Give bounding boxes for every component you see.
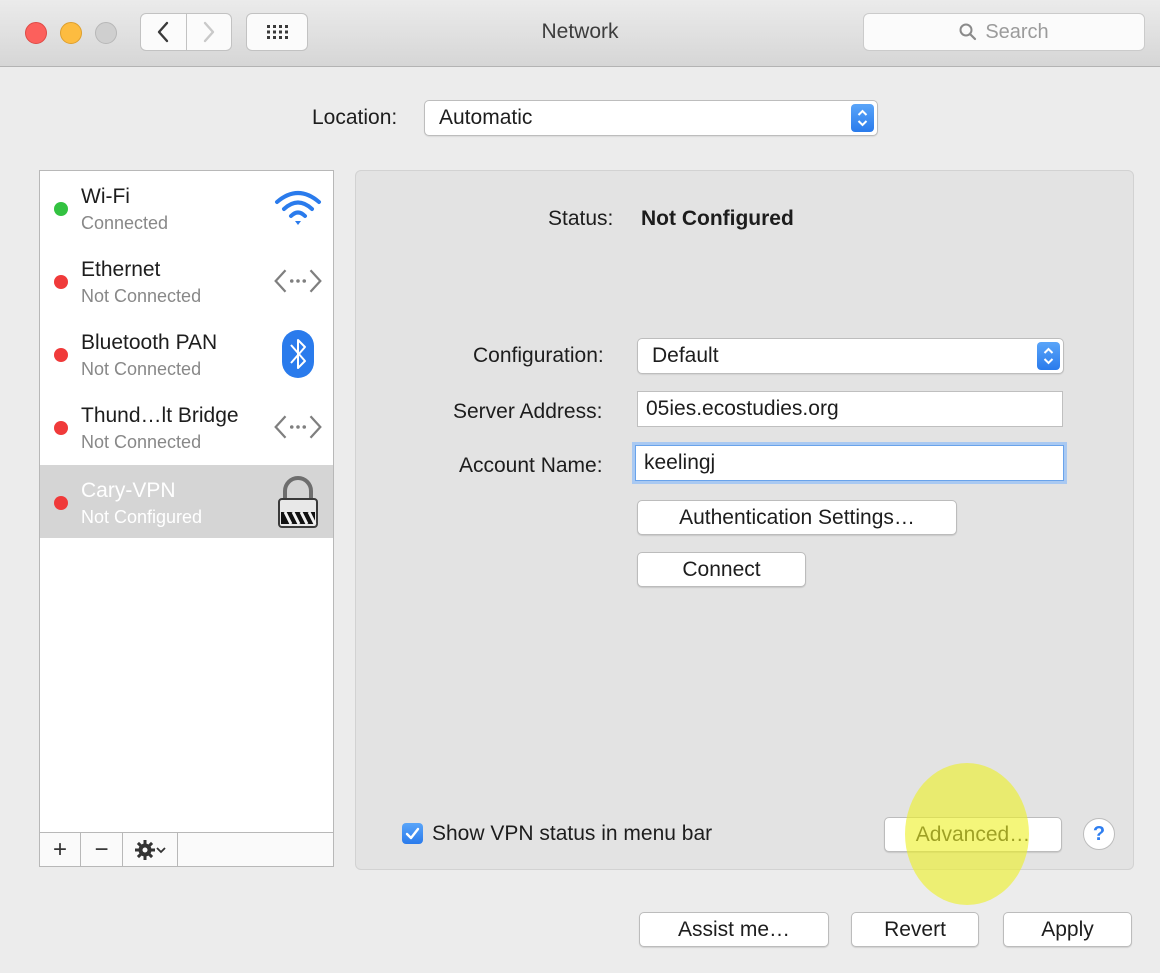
account-name-field[interactable]: keelingj xyxy=(635,445,1064,481)
ethernet-icon xyxy=(273,404,323,450)
server-address-label: Server Address: xyxy=(453,400,603,423)
service-name: Ethernet xyxy=(81,258,161,281)
lock-icon xyxy=(273,476,323,528)
configuration-stepper xyxy=(1037,342,1060,370)
configuration-select[interactable]: Default xyxy=(637,338,1064,374)
service-status: Connected xyxy=(81,213,169,233)
search-icon xyxy=(959,23,977,41)
location-value: Automatic xyxy=(439,106,533,129)
remove-service-button[interactable]: − xyxy=(81,833,123,866)
revert-button[interactable]: Revert xyxy=(851,912,979,947)
service-name: Bluetooth PAN xyxy=(81,331,218,354)
service-status: Not Connected xyxy=(81,286,202,306)
service-name: Thund…lt Bridge xyxy=(81,404,239,427)
location-select[interactable]: Automatic xyxy=(424,100,878,136)
up-down-arrows-icon xyxy=(1043,347,1054,365)
apply-button[interactable]: Apply xyxy=(1003,912,1132,947)
search-field[interactable]: Search xyxy=(863,13,1145,51)
status-dot xyxy=(54,202,68,216)
help-button[interactable]: ? xyxy=(1083,818,1115,850)
server-address-field[interactable]: 05ies.ecostudies.org xyxy=(637,391,1063,427)
authentication-settings-button[interactable]: Authentication Settings… xyxy=(637,500,957,535)
search-placeholder: Search xyxy=(985,20,1049,43)
status-dot xyxy=(54,275,68,289)
service-item-wifi[interactable]: Wi-Fi Connected xyxy=(40,171,333,244)
configuration-label: Configuration: xyxy=(473,344,604,367)
service-status: Not Configured xyxy=(81,507,203,527)
service-name: Wi-Fi xyxy=(81,185,130,208)
wifi-icon xyxy=(273,185,323,231)
add-service-button[interactable]: + xyxy=(40,833,81,866)
plus-icon: + xyxy=(52,835,67,863)
checkmark-icon xyxy=(405,827,420,840)
up-down-arrows-icon xyxy=(857,109,868,127)
service-item-ethernet[interactable]: Ethernet Not Connected xyxy=(40,244,333,317)
location-label: Location: xyxy=(312,106,398,129)
assist-me-button[interactable]: Assist me… xyxy=(639,912,829,947)
bluetooth-icon xyxy=(273,330,323,378)
status-value: Not Configured xyxy=(641,207,794,230)
status-dot xyxy=(54,348,68,362)
service-item-bluetooth-pan[interactable]: Bluetooth PAN Not Connected xyxy=(40,317,333,390)
minus-icon: − xyxy=(94,835,109,863)
status-dot xyxy=(54,421,68,435)
location-stepper xyxy=(851,104,874,132)
gear-icon xyxy=(135,839,155,860)
status-label: Status: xyxy=(548,207,614,230)
show-vpn-status-label: Show VPN status in menu bar xyxy=(432,822,713,845)
service-status: Not Connected xyxy=(81,432,202,452)
service-item-cary-vpn[interactable]: Cary-VPN Not Configured xyxy=(40,465,333,538)
advanced-button[interactable]: Advanced… xyxy=(884,817,1062,852)
status-dot xyxy=(54,496,68,510)
title-bar: Network Search xyxy=(0,0,1160,67)
service-status: Not Connected xyxy=(81,359,202,379)
connect-button[interactable]: Connect xyxy=(637,552,806,587)
action-menu-button[interactable] xyxy=(123,833,178,866)
chevron-down-icon xyxy=(156,846,166,853)
service-list-toolbar: + − xyxy=(40,832,333,866)
service-item-thunderbolt-bridge[interactable]: Thund…lt Bridge Not Connected xyxy=(40,390,333,463)
vpn-detail-panel: Status: Not Configured Configuration: De… xyxy=(355,170,1134,870)
service-list: Wi-Fi Connected Ethernet Not Connected B… xyxy=(39,170,334,867)
configuration-value: Default xyxy=(652,344,719,367)
ethernet-icon xyxy=(273,258,323,304)
show-vpn-status-checkbox[interactable] xyxy=(402,823,423,844)
service-name: Cary-VPN xyxy=(81,479,176,502)
account-name-label: Account Name: xyxy=(459,454,603,477)
